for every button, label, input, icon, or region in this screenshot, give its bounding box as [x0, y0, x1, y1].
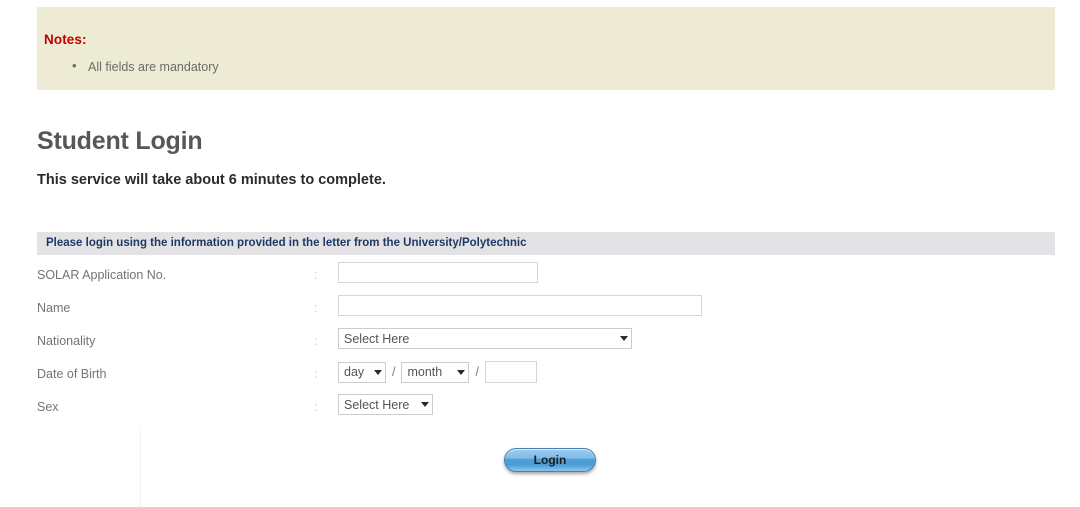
dob-year-input[interactable]: [484, 361, 537, 383]
field-separator: :: [314, 334, 318, 348]
field-separator: :: [314, 268, 318, 282]
form-row-solar-application-no: SOLAR Application No. :: [37, 262, 1055, 295]
form-row-name: Name :: [37, 295, 1055, 328]
chevron-down-icon: [620, 336, 628, 341]
name-input[interactable]: [338, 295, 702, 316]
student-login-page: Notes: All fields are mandatory Student …: [0, 0, 1080, 507]
label-nationality: Nationality: [37, 334, 96, 348]
form-row-date-of-birth: Date of Birth : day / month /: [37, 361, 1055, 394]
field-wrap-solar-application-no: [338, 262, 538, 283]
notes-title: Notes:: [44, 32, 87, 47]
service-duration-note: This service will take about 6 minutes t…: [37, 172, 386, 188]
field-separator: :: [314, 400, 318, 414]
label-date-of-birth: Date of Birth: [37, 367, 107, 381]
chevron-down-icon: [421, 402, 429, 407]
label-sex: Sex: [37, 400, 59, 414]
login-form: SOLAR Application No. : Name : Nationali…: [37, 262, 1055, 427]
field-wrap-name: [338, 295, 702, 316]
page-title: Student Login: [37, 126, 203, 155]
solar-application-no-input[interactable]: [338, 262, 538, 283]
notes-list: All fields are mandatory: [70, 58, 219, 75]
field-wrap-sex: Select Here: [338, 394, 433, 415]
field-separator: :: [314, 301, 318, 315]
sex-select-value: Select Here: [344, 397, 410, 412]
chevron-down-icon: [374, 369, 382, 375]
login-button[interactable]: Login: [504, 448, 596, 472]
dob-separator-2: /: [475, 365, 479, 379]
nationality-select[interactable]: Select Here: [338, 328, 632, 349]
dob-day-select[interactable]: day: [338, 361, 386, 383]
sex-select[interactable]: Select Here: [338, 394, 433, 415]
label-solar-application-no: SOLAR Application No.: [37, 268, 167, 282]
section-header-text: Please login using the information provi…: [46, 237, 527, 249]
section-header-bar: Please login using the information provi…: [37, 232, 1055, 255]
dob-separator-1: /: [392, 365, 396, 379]
dob-day-select-value: day: [344, 365, 365, 379]
login-button-wrap: Login: [504, 448, 596, 472]
dob-month-select-value: month: [407, 365, 443, 379]
content-divider: [140, 430, 141, 507]
form-row-nationality: Nationality : Select Here: [37, 328, 1055, 361]
field-wrap-nationality: Select Here: [338, 328, 632, 349]
field-separator: :: [314, 367, 318, 381]
field-wrap-date-of-birth: day / month /: [338, 361, 537, 383]
dob-month-select[interactable]: month: [401, 361, 470, 383]
notes-list-item: All fields are mandatory: [70, 58, 219, 75]
label-name: Name: [37, 301, 71, 315]
notes-panel: Notes: All fields are mandatory: [37, 7, 1055, 90]
nationality-select-value: Select Here: [344, 331, 410, 346]
chevron-down-icon: [457, 369, 466, 375]
form-row-sex: Sex : Select Here: [37, 394, 1055, 427]
